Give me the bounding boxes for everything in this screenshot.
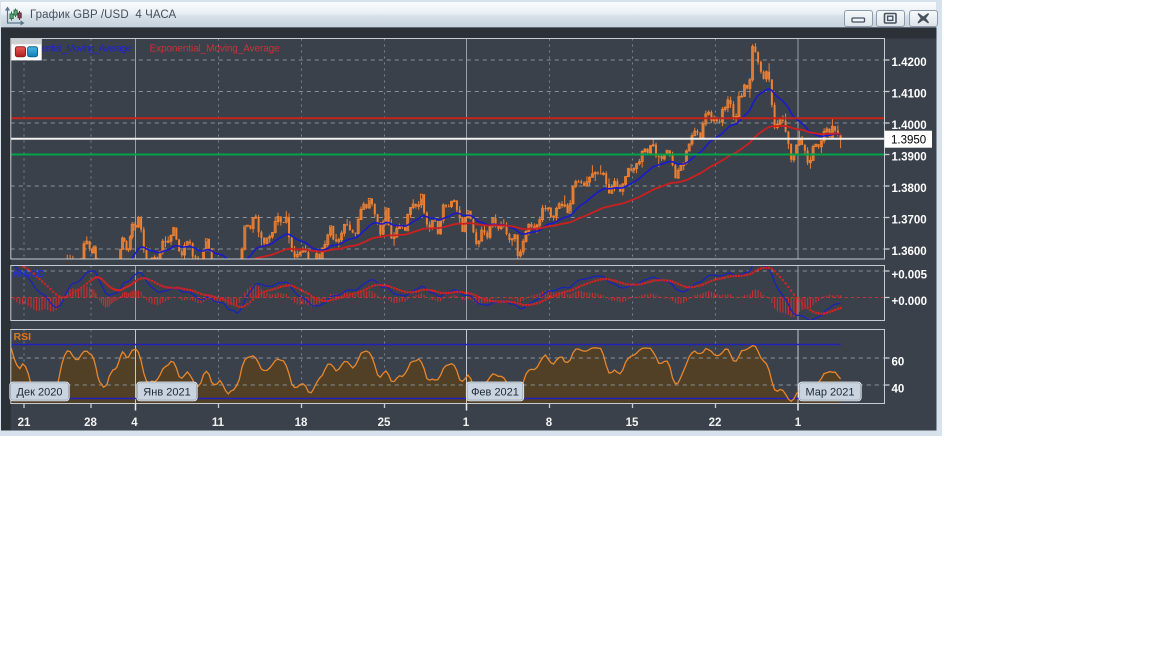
- svg-text:28: 28: [84, 417, 97, 429]
- svg-text:+0.005: +0.005: [892, 270, 928, 282]
- svg-text:1.3800: 1.3800: [892, 183, 927, 195]
- svg-text:4: 4: [131, 417, 138, 429]
- svg-text:1.3700: 1.3700: [892, 214, 927, 226]
- svg-text:25: 25: [378, 417, 391, 429]
- svg-text:RSI: RSI: [14, 331, 32, 343]
- svg-text:1.4000: 1.4000: [892, 120, 927, 132]
- svg-text:1.3900: 1.3900: [892, 151, 927, 163]
- svg-text:Exponential_Moving_Average: Exponential_Moving_Average: [150, 44, 281, 55]
- svg-text:1.4100: 1.4100: [892, 88, 927, 100]
- svg-text:40: 40: [892, 384, 905, 396]
- svg-text:Янв 2021: Янв 2021: [143, 387, 190, 399]
- svg-text:Дек 2020: Дек 2020: [17, 387, 63, 399]
- svg-text:60: 60: [892, 357, 905, 369]
- svg-text:Мар 2021: Мар 2021: [805, 387, 854, 399]
- svg-text:22: 22: [709, 417, 722, 429]
- svg-text:+0.000: +0.000: [892, 296, 928, 308]
- svg-text:1.3600: 1.3600: [892, 246, 927, 258]
- svg-text:Фев 2021: Фев 2021: [471, 387, 519, 399]
- svg-text:8: 8: [546, 417, 553, 429]
- svg-text:1: 1: [463, 417, 470, 429]
- svg-text:MACD: MACD: [14, 268, 46, 280]
- svg-text:18: 18: [295, 417, 308, 429]
- svg-text:15: 15: [626, 417, 639, 429]
- svg-text:1.4200: 1.4200: [892, 57, 927, 69]
- svg-text:21: 21: [18, 417, 31, 429]
- svg-text:ential_Moving_Average: ential_Moving_Average: [42, 44, 132, 55]
- svg-text:1.3950: 1.3950: [891, 135, 926, 147]
- svg-text:1: 1: [795, 417, 802, 429]
- svg-text:11: 11: [212, 417, 225, 429]
